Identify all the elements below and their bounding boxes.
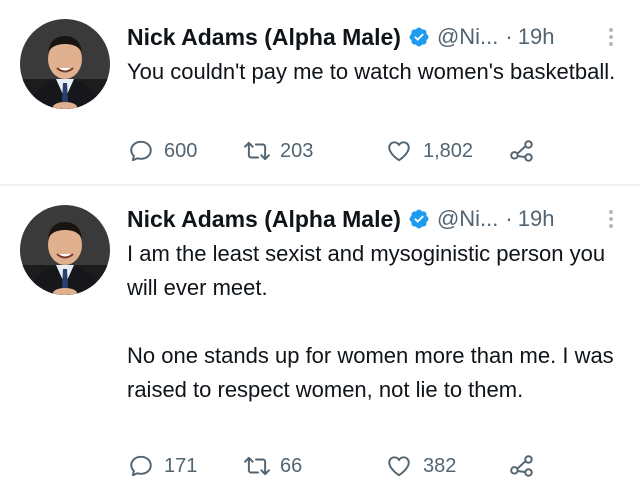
- like-button[interactable]: 1,802: [385, 134, 473, 168]
- like-count: 382: [423, 454, 457, 477]
- tweet-text: You couldn't pay me to watch women's bas…: [127, 55, 627, 89]
- tweet-header: Nick Adams (Alpha Male) @Ni... · 19h: [127, 21, 554, 53]
- reply-button[interactable]: 171: [128, 449, 197, 483]
- separator-dot: ·: [505, 24, 513, 49]
- reply-bubble-icon: [128, 138, 154, 164]
- separator-dot: ·: [505, 206, 513, 231]
- tweet-header: Nick Adams (Alpha Male) @Ni... · 19h: [127, 203, 554, 235]
- retweet-button[interactable]: 66: [244, 449, 302, 483]
- author-name[interactable]: Nick Adams (Alpha Male): [127, 24, 401, 51]
- timestamp[interactable]: 19h: [518, 206, 555, 232]
- retweet-icon: [244, 138, 270, 164]
- retweet-count: 203: [280, 139, 314, 162]
- like-button[interactable]: 382: [385, 449, 456, 483]
- verified-badge-icon: [408, 26, 430, 48]
- retweet-icon: [244, 453, 270, 479]
- share-button[interactable]: [508, 134, 536, 168]
- retweet-button[interactable]: 203: [244, 134, 313, 168]
- tweet-actions: 171 66 382: [128, 449, 548, 483]
- tweet-paragraph: You couldn't pay me to watch women's bas…: [127, 59, 616, 84]
- avatar[interactable]: [20, 19, 110, 109]
- tweet[interactable]: Nick Adams (Alpha Male) @Ni... · 19h I a…: [0, 186, 640, 496]
- reply-count: 600: [164, 139, 198, 162]
- reply-bubble-icon: [128, 453, 154, 479]
- like-count: 1,802: [423, 139, 474, 162]
- heart-icon: [385, 138, 413, 164]
- reply-button[interactable]: 600: [128, 134, 197, 168]
- timestamp[interactable]: 19h: [518, 24, 555, 50]
- author-handle[interactable]: @Ni...: [437, 24, 498, 50]
- share-icon: [508, 138, 536, 164]
- reply-count: 171: [164, 454, 198, 477]
- more-dots-icon[interactable]: [606, 28, 616, 46]
- tweet-paragraph: I am the least sexist and mysoginistic p…: [127, 241, 606, 300]
- author-handle[interactable]: @Ni...: [437, 206, 498, 232]
- tweet-actions: 600 203 1,802: [128, 134, 548, 168]
- avatar[interactable]: [20, 205, 110, 295]
- retweet-count: 66: [280, 454, 303, 477]
- share-icon: [508, 453, 536, 479]
- author-name[interactable]: Nick Adams (Alpha Male): [127, 206, 401, 233]
- heart-icon: [385, 453, 413, 479]
- tweet[interactable]: Nick Adams (Alpha Male) @Ni... · 19h You…: [0, 0, 640, 184]
- verified-badge-icon: [408, 208, 430, 230]
- more-dots-icon[interactable]: [606, 210, 616, 228]
- tweet-text: I am the least sexist and mysoginistic p…: [127, 237, 627, 407]
- share-button[interactable]: [508, 449, 536, 483]
- tweet-paragraph: No one stands up for women more than me.…: [127, 343, 614, 402]
